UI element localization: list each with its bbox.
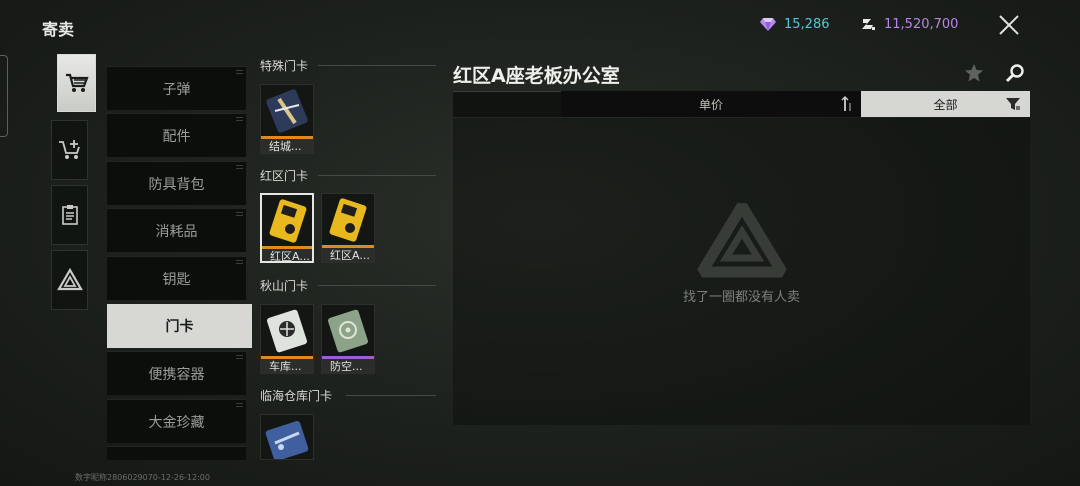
- sort-label: 单价: [698, 97, 723, 112]
- star-icon: [965, 64, 983, 82]
- keycard-image: [266, 89, 308, 133]
- category-label: 配件: [162, 128, 191, 145]
- item-card[interactable]: 车库...: [260, 304, 314, 374]
- section-title: 秋山门卡: [260, 278, 309, 293]
- corner-mark: [236, 70, 243, 74]
- tab-records[interactable]: [51, 185, 88, 245]
- item-card[interactable]: 防空...: [321, 304, 375, 374]
- close-button[interactable]: [990, 6, 1028, 44]
- favorite-button[interactable]: [962, 61, 986, 85]
- category-portable-containers[interactable]: 便携容器: [107, 351, 246, 395]
- category-bullets[interactable]: 子弹: [107, 66, 246, 110]
- item-card[interactable]: 结城...: [260, 84, 314, 154]
- category-label: 钥匙: [162, 271, 191, 288]
- section-title: 临海仓库门卡: [260, 388, 333, 403]
- coin-amount: 11,520,700: [884, 16, 959, 32]
- tab-collection[interactable]: [51, 250, 88, 310]
- diamond-amount: 15,286: [784, 16, 830, 32]
- item-name: 结城...: [261, 139, 313, 153]
- filter-icon: [1006, 98, 1020, 110]
- item-card[interactable]: 红区A...: [321, 193, 375, 263]
- cart-sell-icon: [58, 140, 80, 159]
- category-label: 大金珍藏: [148, 414, 205, 431]
- diamond-icon: [760, 17, 776, 31]
- category-label: 便携容器: [148, 366, 205, 383]
- category-label: 门卡: [165, 319, 194, 335]
- sort-direction-icon[interactable]: [840, 95, 854, 113]
- coin-balance: 11,520,700: [860, 14, 958, 34]
- item-card[interactable]: 红区A...: [260, 193, 314, 263]
- side-edge-bracket: [0, 55, 8, 137]
- filter-label: 全部: [933, 97, 958, 112]
- category-gold-collection[interactable]: 大金珍藏: [107, 399, 246, 443]
- category-consumables[interactable]: 消耗品: [107, 208, 246, 252]
- item-name: 红区A...: [262, 249, 312, 261]
- tab-sell[interactable]: [51, 120, 88, 180]
- triangle-logo-icon: [56, 268, 83, 291]
- category-attachments[interactable]: 配件: [107, 113, 246, 157]
- corner-mark: [236, 117, 243, 121]
- keycard-image: [328, 309, 368, 353]
- section-divider: [318, 285, 436, 286]
- corner-mark: [236, 355, 243, 359]
- search-icon: [1005, 64, 1024, 83]
- keycard-image: [267, 309, 307, 353]
- item-name: 红区A...: [322, 248, 374, 262]
- close-icon: [999, 15, 1019, 35]
- corner-mark: [236, 403, 243, 407]
- item-card[interactable]: [260, 414, 314, 460]
- diamond-balance: 15,286: [760, 14, 830, 34]
- category-label: 子弹: [162, 81, 191, 98]
- footer-watermark: 数字昵称2806029070-12-26-12:00: [75, 473, 210, 482]
- category-partial[interactable]: [107, 446, 246, 460]
- search-button[interactable]: [1003, 61, 1027, 85]
- empty-state-text: 找了一圈都没有人卖: [682, 290, 800, 305]
- page-title: 寄卖: [42, 20, 75, 39]
- category-label: 消耗品: [155, 223, 198, 240]
- category-label: 防具背包: [148, 176, 205, 193]
- corner-mark: [236, 212, 243, 216]
- keycard-image: [265, 421, 309, 459]
- category-keys[interactable]: 钥匙: [107, 256, 246, 300]
- category-keycards[interactable]: 门卡: [107, 304, 252, 348]
- item-name: 车库...: [261, 359, 313, 373]
- category-armor-backpack[interactable]: 防具背包: [107, 161, 246, 205]
- sort-by-price[interactable]: 单价: [561, 91, 861, 117]
- keycard-image: [329, 198, 367, 242]
- section-title: 特殊门卡: [260, 58, 309, 73]
- coin-icon: [860, 16, 876, 32]
- tab-buy[interactable]: [57, 54, 96, 112]
- triangle-logo-icon: [697, 203, 787, 278]
- corner-mark: [236, 165, 243, 169]
- section-title: 红区门卡: [260, 168, 309, 183]
- section-divider: [318, 175, 436, 176]
- detail-title: 红区A座老板办公室: [453, 65, 620, 87]
- section-divider: [346, 395, 436, 396]
- clipboard-icon: [61, 205, 78, 225]
- item-name: 防空...: [322, 359, 374, 373]
- corner-mark: [236, 260, 243, 264]
- keycard-image: [269, 199, 307, 243]
- section-divider: [318, 65, 436, 66]
- shopping-cart-icon: [65, 73, 89, 92]
